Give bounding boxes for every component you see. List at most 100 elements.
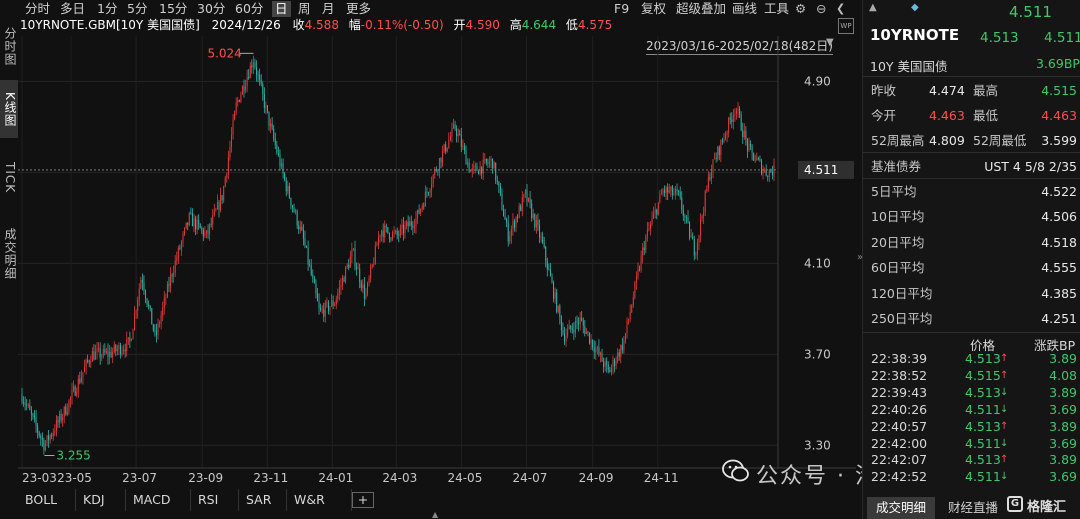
indicator-tab-macd[interactable]: MACD [126, 489, 191, 511]
candle-body [501, 193, 503, 210]
period-tab-6[interactable]: 60分 [235, 1, 263, 17]
add-indicator-button[interactable]: + [352, 492, 374, 508]
candle-body [481, 166, 483, 174]
symbol-label: 10YRNOTE.GBM[10Y 美国国债] [20, 18, 200, 32]
candle-body [432, 175, 434, 185]
period-tab-1[interactable]: 多日 [60, 1, 85, 17]
arrow-up-icon: ↑ [1000, 353, 1009, 364]
restore-rights-button[interactable]: 复权 [641, 1, 666, 17]
super-overlay-button[interactable]: 超级叠加 [676, 1, 726, 17]
candle-body [35, 417, 37, 426]
trade-change: 3.69 [1049, 435, 1077, 451]
panel-tab-1[interactable]: 财经直播 [939, 497, 1007, 519]
candle-body [68, 400, 70, 412]
average-value: 4.251 [1041, 311, 1077, 326]
x-tick-label: 24-09 [579, 471, 614, 485]
candle-body [499, 186, 501, 194]
candle-body [367, 282, 369, 294]
candle-body [154, 330, 156, 332]
candle-body [371, 264, 373, 268]
alert-bell-icon[interactable]: ◆ [911, 2, 919, 13]
benchmark-label: 基准债券 [871, 159, 922, 174]
candle-body [564, 333, 566, 342]
tools-button[interactable]: 工具 [764, 1, 789, 17]
period-tab-8[interactable]: 周 [298, 1, 311, 17]
trade-time: 22:42:00 [871, 435, 928, 451]
candle-body [649, 224, 651, 229]
bid-price: 4.513 [980, 30, 1019, 46]
trade-time: 22:42:07 [871, 452, 928, 468]
candle-body [762, 170, 764, 174]
candle-body [415, 217, 417, 227]
period-tab-7[interactable]: 日 [272, 1, 291, 17]
wp-badge-icon[interactable]: WP [838, 18, 854, 34]
period-tab-4[interactable]: 15分 [159, 1, 187, 17]
candle-body [140, 279, 142, 289]
trade-price: 4.515 [965, 367, 1001, 383]
candle-body [659, 194, 661, 203]
minus-circle-icon[interactable]: ⊖ [816, 1, 826, 17]
period-tab-2[interactable]: 1分 [97, 1, 117, 17]
candle-body [62, 416, 64, 421]
candle-body [32, 413, 34, 416]
draw-line-button[interactable]: 画线 [732, 1, 757, 17]
period-tab-10[interactable]: 更多 [346, 1, 371, 17]
panel-tab-0[interactable]: 成交明细 [867, 497, 935, 519]
indicator-tab-kdj[interactable]: KDJ [76, 489, 126, 511]
f9-button[interactable]: F9 [614, 1, 629, 17]
candle-body [670, 186, 672, 191]
indicator-tab-rsi[interactable]: RSI [191, 489, 239, 511]
indicator-tab-boll[interactable]: BOLL [18, 489, 76, 511]
candle-body [207, 230, 209, 234]
candle-body [357, 268, 359, 270]
candle-body [204, 232, 206, 237]
left-tab-bar: 分时图 K线图 TICK 成交明细 [0, 18, 18, 488]
candle-body [290, 198, 292, 206]
left-tab-3[interactable]: 成交明细 [0, 218, 18, 290]
candle-body [385, 225, 387, 228]
left-tab-2[interactable]: TICK [0, 144, 18, 212]
candle-body [478, 171, 480, 175]
candle-body [30, 409, 32, 414]
pin-icon[interactable]: ▲ [869, 2, 877, 13]
candle-body [248, 76, 250, 79]
brand-g-icon: G [1007, 496, 1023, 512]
candle-body [715, 158, 717, 160]
candle-body [376, 245, 378, 247]
candle-body [631, 305, 633, 313]
close-chevron-icon[interactable]: ❮ [836, 1, 845, 17]
candle-body [667, 187, 669, 193]
kline-chart[interactable]: 3.303.704.104.504.9023-0323-0523-0723-09… [18, 36, 856, 486]
candle-body [235, 102, 237, 112]
candle-body [268, 111, 270, 127]
settings-icon[interactable]: ⚙ [795, 1, 806, 17]
candle-body [71, 390, 73, 398]
candle-body [80, 377, 82, 383]
candle-body [121, 351, 123, 355]
candle-body [34, 415, 36, 418]
candle-body [632, 297, 634, 306]
left-tab-0[interactable]: 分时图 [0, 20, 18, 72]
candle-body [401, 224, 403, 228]
indicator-tab-wr[interactable]: W&R [287, 489, 352, 511]
candle-body [123, 349, 125, 352]
candle-body [190, 213, 192, 214]
average-value: 4.555 [1041, 260, 1077, 276]
x-tick-label: 23-07 [122, 471, 157, 485]
change-label: 幅 [348, 18, 361, 32]
candle-body [445, 144, 447, 152]
indicator-tab-sar[interactable]: SAR [239, 489, 287, 511]
candle-body [57, 420, 59, 423]
period-tab-5[interactable]: 30分 [197, 1, 225, 17]
period-tab-0[interactable]: 分时 [25, 1, 50, 17]
candle-body [760, 160, 762, 174]
candle-body [390, 238, 392, 240]
candle-body [398, 234, 400, 236]
left-tab-1[interactable]: K线图 [0, 80, 18, 138]
period-tab-9[interactable]: 月 [322, 1, 335, 17]
period-tab-3[interactable]: 5分 [127, 1, 147, 17]
candle-body [40, 435, 42, 439]
candle-body [168, 283, 170, 287]
stat-label: 最高 [973, 83, 999, 98]
collapse-arrow-icon[interactable]: ▲ [432, 510, 438, 519]
